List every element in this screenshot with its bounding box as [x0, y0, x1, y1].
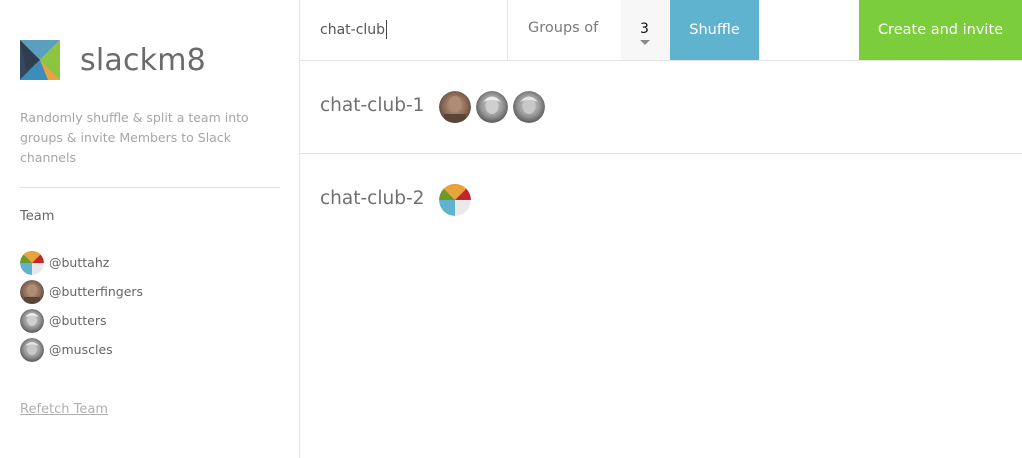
group-size-stepper[interactable]: 3 — [621, 0, 670, 60]
app-tagline: Randomly shuffle & split a team into gro… — [20, 110, 249, 165]
group-members — [439, 184, 476, 216]
team-member-item: @buttahz — [20, 248, 143, 277]
group-row: chat-club-2 — [300, 154, 1022, 247]
sidebar: slackm8 Randomly shuffle & split a team … — [0, 0, 300, 458]
brand: slackm8 — [20, 40, 206, 80]
team-list: @buttahz @butterfingers @butters @muscle… — [20, 248, 143, 364]
group-row: chat-club-1 — [300, 61, 1022, 154]
refetch-team-link[interactable]: Refetch Team — [20, 402, 108, 417]
team-member-item: @muscles — [20, 335, 143, 364]
group-name-cell — [300, 0, 508, 60]
team-member-item: @butters — [20, 306, 143, 335]
team-member-handle: @butters — [49, 313, 107, 328]
avatar-photo-icon — [20, 279, 44, 304]
group-size-value: 3 — [640, 21, 649, 37]
slackm8-logo-icon — [20, 40, 60, 80]
groups-of-label: Groups of — [528, 20, 599, 36]
groups-list: chat-club-1 chat-club-2 — [300, 61, 1022, 247]
team-heading: Team — [20, 209, 55, 224]
app-name: slackm8 — [80, 42, 206, 78]
team-member-item: @butterfingers — [20, 277, 143, 306]
avatar-colorful-icon — [20, 250, 44, 275]
avatar-photo-icon — [20, 337, 44, 362]
avatar-photo-icon — [513, 91, 545, 123]
team-member-handle: @butterfingers — [49, 284, 144, 299]
toolbar: Groups of 3 Shuffle Create and invite — [300, 0, 1022, 61]
group-members — [439, 91, 550, 123]
sidebar-divider — [20, 187, 280, 188]
avatar-photo-icon — [476, 91, 508, 123]
group-name-input[interactable] — [300, 0, 507, 60]
text-caret — [386, 20, 387, 39]
group-name: chat-club-2 — [320, 188, 425, 209]
create-and-invite-button[interactable]: Create and invite — [859, 0, 1022, 60]
team-member-handle: @buttahz — [49, 255, 110, 270]
chevron-down-icon[interactable] — [640, 40, 650, 45]
team-member-handle: @muscles — [49, 342, 113, 357]
avatar-colorful-icon — [439, 184, 471, 216]
avatar-photo-icon — [439, 91, 471, 123]
group-name: chat-club-1 — [320, 95, 425, 116]
avatar-photo-icon — [20, 308, 44, 333]
shuffle-button[interactable]: Shuffle — [670, 0, 759, 60]
